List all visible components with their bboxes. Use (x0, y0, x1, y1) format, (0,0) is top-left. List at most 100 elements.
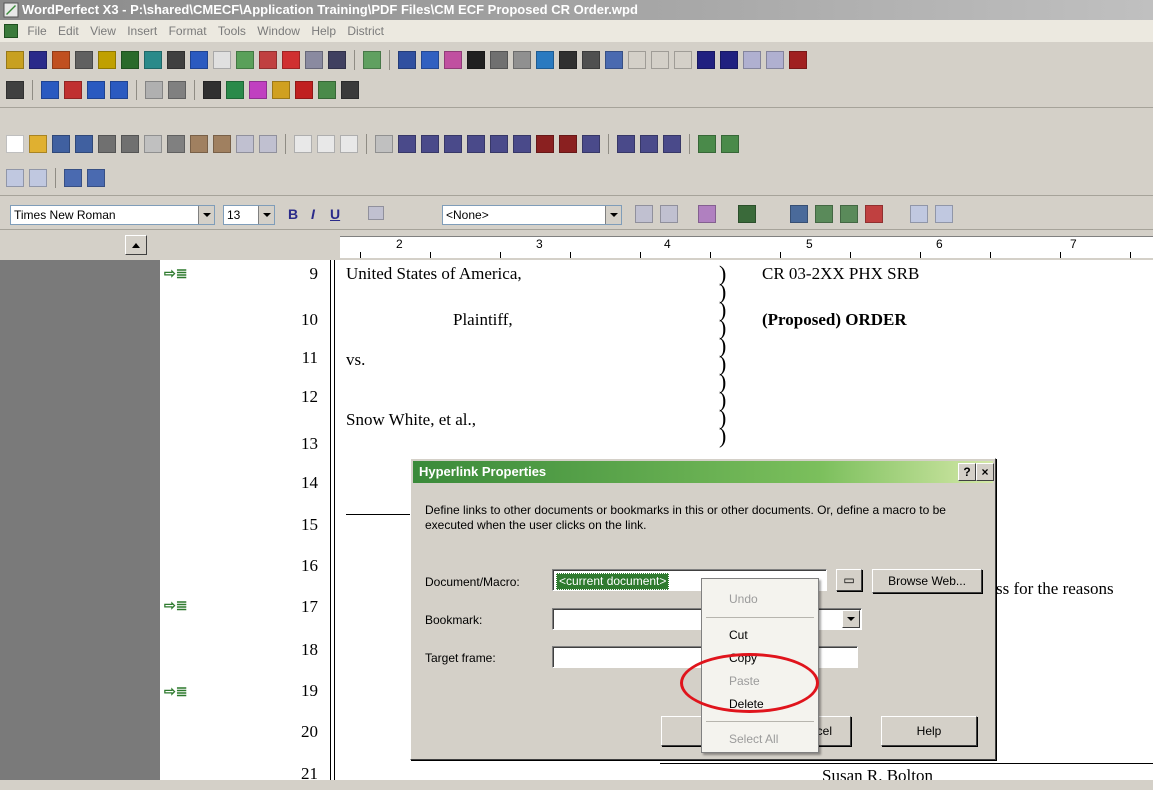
new-document-icon[interactable] (6, 135, 24, 153)
tool-icon[interactable] (328, 51, 346, 69)
tool-icon[interactable] (398, 51, 416, 69)
tool-icon[interactable] (236, 51, 254, 69)
tool-icon[interactable] (145, 81, 163, 99)
tool-icon[interactable] (743, 51, 761, 69)
tool-icon[interactable] (272, 81, 290, 99)
tool-icon[interactable] (340, 135, 358, 153)
browse-web-button[interactable]: Browse Web... (872, 569, 982, 593)
pilcrow-icon[interactable] (651, 51, 669, 69)
tool-icon[interactable] (190, 51, 208, 69)
ruler[interactable]: 2 3 4 5 6 7 (340, 236, 1153, 258)
tool-icon[interactable] (98, 51, 116, 69)
tool-icon[interactable] (375, 135, 393, 153)
tool-icon[interactable] (513, 51, 531, 69)
tool-icon[interactable] (249, 81, 267, 99)
tool-icon[interactable] (52, 51, 70, 69)
menu-help[interactable]: Help (311, 20, 336, 42)
italic-button[interactable]: I (311, 206, 315, 222)
undo-icon[interactable] (236, 135, 254, 153)
chevron-down-icon[interactable] (605, 206, 621, 224)
checkmark-icon[interactable] (674, 51, 692, 69)
tool-icon[interactable] (121, 51, 139, 69)
tool-icon[interactable] (363, 51, 381, 69)
tool-icon[interactable] (29, 51, 47, 69)
redo-icon[interactable] (259, 135, 277, 153)
tool-icon[interactable] (536, 51, 554, 69)
paste-icon[interactable] (213, 135, 231, 153)
tool-icon[interactable] (660, 205, 678, 223)
document-icon[interactable] (4, 24, 18, 38)
tool-icon[interactable] (490, 51, 508, 69)
tool-icon[interactable] (110, 81, 128, 99)
tool-icon[interactable] (6, 81, 24, 99)
tool-icon[interactable] (341, 81, 359, 99)
tool-icon[interactable] (635, 205, 653, 223)
justify-icon[interactable] (368, 206, 384, 220)
tool-icon[interactable] (226, 81, 244, 99)
zoom-icon[interactable] (698, 135, 716, 153)
help-question-icon[interactable]: ? (958, 463, 976, 481)
forward-arrow-icon[interactable] (29, 169, 47, 187)
tool-icon[interactable] (628, 51, 646, 69)
tool-icon[interactable] (444, 51, 462, 69)
chevron-down-icon[interactable] (198, 206, 214, 224)
tool-icon[interactable] (536, 135, 554, 153)
tool-icon[interactable] (559, 135, 577, 153)
tool-icon[interactable] (6, 51, 24, 69)
tool-icon[interactable] (513, 135, 531, 153)
open-folder-icon[interactable] (29, 135, 47, 153)
tool-icon[interactable] (865, 205, 883, 223)
tool-icon[interactable] (64, 81, 82, 99)
context-item-select-all[interactable]: Select All (702, 729, 818, 749)
chevron-down-icon[interactable] (842, 610, 860, 628)
print-icon[interactable] (121, 135, 139, 153)
tool-icon[interactable] (559, 51, 577, 69)
columns-icon[interactable] (421, 135, 439, 153)
context-item-undo[interactable]: Undo (702, 589, 818, 609)
tool-icon[interactable] (144, 51, 162, 69)
tool-icon[interactable] (317, 135, 335, 153)
tool-icon[interactable] (282, 51, 300, 69)
tool-icon[interactable] (698, 205, 716, 223)
menu-window[interactable]: Window (257, 20, 300, 42)
style-combo[interactable]: <None> (442, 205, 622, 225)
tool-icon[interactable] (910, 205, 928, 223)
tool-icon[interactable] (295, 81, 313, 99)
tool-icon[interactable] (87, 81, 105, 99)
tool-icon[interactable] (720, 51, 738, 69)
tool-icon[interactable] (935, 205, 953, 223)
tool-icon[interactable] (840, 205, 858, 223)
tool-icon[interactable] (87, 169, 105, 187)
font-combo[interactable]: Times New Roman (10, 205, 215, 225)
tool-icon[interactable] (75, 51, 93, 69)
tool-icon[interactable] (64, 169, 82, 187)
tool-icon[interactable] (815, 205, 833, 223)
mail-icon[interactable] (144, 135, 162, 153)
menu-edit[interactable]: Edit (58, 20, 79, 42)
font-size-combo[interactable]: 13 (223, 205, 275, 225)
help-button[interactable]: Help (881, 716, 977, 746)
tool-icon[interactable] (467, 51, 485, 69)
underline-button[interactable]: U (330, 206, 340, 222)
bullets-icon[interactable] (663, 135, 681, 153)
close-icon[interactable]: × (976, 463, 994, 481)
tool-icon[interactable] (790, 205, 808, 223)
tool-icon[interactable] (738, 205, 756, 223)
print-preview-icon[interactable] (98, 135, 116, 153)
tool-icon[interactable] (421, 51, 439, 69)
tool-icon[interactable] (167, 51, 185, 69)
menu-insert[interactable]: Insert (127, 20, 157, 42)
tool-icon[interactable] (318, 81, 336, 99)
tool-icon[interactable] (294, 135, 312, 153)
tool-icon[interactable] (203, 81, 221, 99)
back-arrow-icon[interactable] (6, 169, 24, 187)
tool-icon[interactable] (697, 51, 715, 69)
tool-icon[interactable] (766, 51, 784, 69)
pdf-icon[interactable] (213, 51, 231, 69)
dialog-title-bar[interactable]: Hyperlink Properties ? × (413, 461, 994, 483)
menu-district[interactable]: District (347, 20, 384, 42)
tool-icon[interactable] (605, 51, 623, 69)
folder-browse-button[interactable]: ▭ (836, 569, 862, 591)
ruler-toggle-button[interactable] (125, 235, 147, 255)
numbering-icon[interactable] (640, 135, 658, 153)
